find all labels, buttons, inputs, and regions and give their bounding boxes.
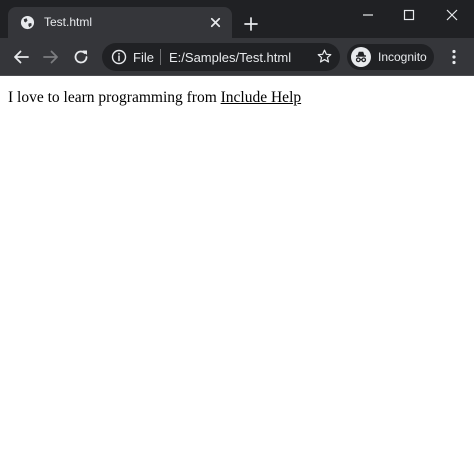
reload-icon[interactable]	[71, 47, 91, 67]
close-icon	[446, 9, 458, 21]
maximize-icon	[403, 9, 415, 21]
tab-title: Test.html	[44, 15, 93, 29]
forward-arrow-icon[interactable]	[41, 47, 61, 67]
incognito-profile-button[interactable]: Incognito	[347, 44, 434, 70]
minimize-icon	[363, 14, 373, 16]
star-icon[interactable]	[316, 48, 333, 65]
active-tab[interactable]: Test.html	[8, 7, 232, 38]
globe-icon	[20, 15, 35, 30]
back-arrow-icon[interactable]	[11, 47, 31, 67]
more-menu-icon[interactable]	[444, 47, 464, 67]
title-bar: Test.html	[0, 0, 474, 38]
site-info-label[interactable]: File	[133, 50, 154, 65]
close-window-button[interactable]	[432, 0, 472, 30]
paragraph-text: I love to learn programming from	[8, 89, 221, 106]
include-help-link[interactable]: Include Help	[221, 89, 301, 106]
close-tab-icon[interactable]	[208, 15, 223, 30]
browser-window: Test.html File E:/Samples/Test.html Inco…	[0, 0, 474, 451]
incognito-icon	[351, 47, 371, 67]
minimize-button[interactable]	[348, 0, 388, 30]
page-paragraph: I love to learn programming from Include…	[8, 89, 301, 107]
maximize-button[interactable]	[389, 0, 429, 30]
incognito-label: Incognito	[378, 50, 427, 64]
url-text[interactable]: E:/Samples/Test.html	[169, 50, 291, 65]
new-tab-icon[interactable]	[243, 16, 259, 32]
address-bar[interactable]: File E:/Samples/Test.html	[102, 43, 340, 71]
page-viewport: I love to learn programming from Include…	[0, 76, 474, 451]
browser-toolbar: File E:/Samples/Test.html Incognito	[0, 38, 474, 76]
address-divider	[160, 49, 161, 65]
info-icon[interactable]	[111, 49, 127, 65]
